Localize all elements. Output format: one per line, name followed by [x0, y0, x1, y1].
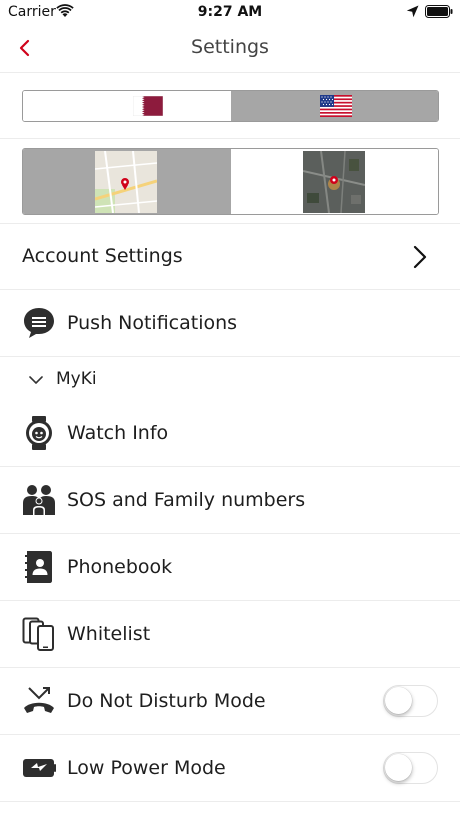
- watch-info-row[interactable]: Watch Info: [0, 402, 460, 467]
- phonebook-row[interactable]: Phonebook: [0, 534, 460, 601]
- segment-language-qatar[interactable]: [23, 91, 231, 121]
- segment-language-us[interactable]: [230, 91, 438, 121]
- page-title: Settings: [191, 36, 269, 58]
- do-not-disturb-label: Do Not Disturb Mode: [67, 690, 266, 712]
- toggle-knob: [385, 687, 412, 714]
- battery-charge-icon: [23, 759, 56, 777]
- status-bar: Carrier 9:27 AM: [0, 0, 460, 24]
- whitelist-row[interactable]: Whitelist: [0, 601, 460, 668]
- family-icon: [23, 485, 55, 515]
- battery-icon: [425, 5, 453, 18]
- account-settings-label: Account Settings: [22, 245, 183, 267]
- toggle-knob: [385, 754, 412, 781]
- qatar-flag-icon: [133, 96, 163, 116]
- low-power-toggle[interactable]: [383, 752, 438, 784]
- us-flag-icon: [319, 95, 352, 117]
- myki-section-label: MyKi: [56, 369, 97, 389]
- clock: 9:27 AM: [197, 4, 263, 20]
- language-segmented-control: [22, 90, 439, 122]
- segment-street-map[interactable]: [23, 149, 231, 214]
- whitelist-label: Whitelist: [67, 623, 151, 645]
- chevron-down-icon: [29, 376, 43, 384]
- navigation-bar: Settings: [0, 24, 460, 73]
- location-arrow-icon: [406, 5, 419, 18]
- language-section: [0, 73, 460, 139]
- map-type-section: [0, 139, 460, 224]
- phonebook-icon: [25, 551, 52, 583]
- phone-hangup-icon: [24, 687, 54, 713]
- chat-bubble-icon: [24, 308, 54, 338]
- push-notifications-label: Push Notifications: [67, 312, 238, 334]
- chevron-right-icon: [413, 245, 427, 269]
- do-not-disturb-toggle[interactable]: [383, 685, 438, 717]
- street-map-icon: [95, 151, 157, 213]
- map-type-segmented-control: [22, 148, 439, 215]
- push-notifications-row[interactable]: Push Notifications: [0, 290, 460, 357]
- watch-icon: [26, 416, 52, 450]
- myki-section-header[interactable]: MyKi: [0, 357, 460, 401]
- phonebook-label: Phonebook: [67, 556, 173, 578]
- satellite-map-icon: [302, 151, 365, 213]
- account-settings-row[interactable]: Account Settings: [0, 224, 460, 290]
- low-power-row: Low Power Mode: [0, 735, 460, 802]
- devices-icon: [22, 617, 54, 651]
- low-power-label: Low Power Mode: [67, 757, 226, 779]
- sos-family-label: SOS and Family numbers: [67, 489, 306, 511]
- segment-satellite-map[interactable]: [230, 149, 438, 214]
- watch-info-label: Watch Info: [67, 422, 169, 444]
- sos-family-row[interactable]: SOS and Family numbers: [0, 467, 460, 534]
- do-not-disturb-row: Do Not Disturb Mode: [0, 668, 460, 735]
